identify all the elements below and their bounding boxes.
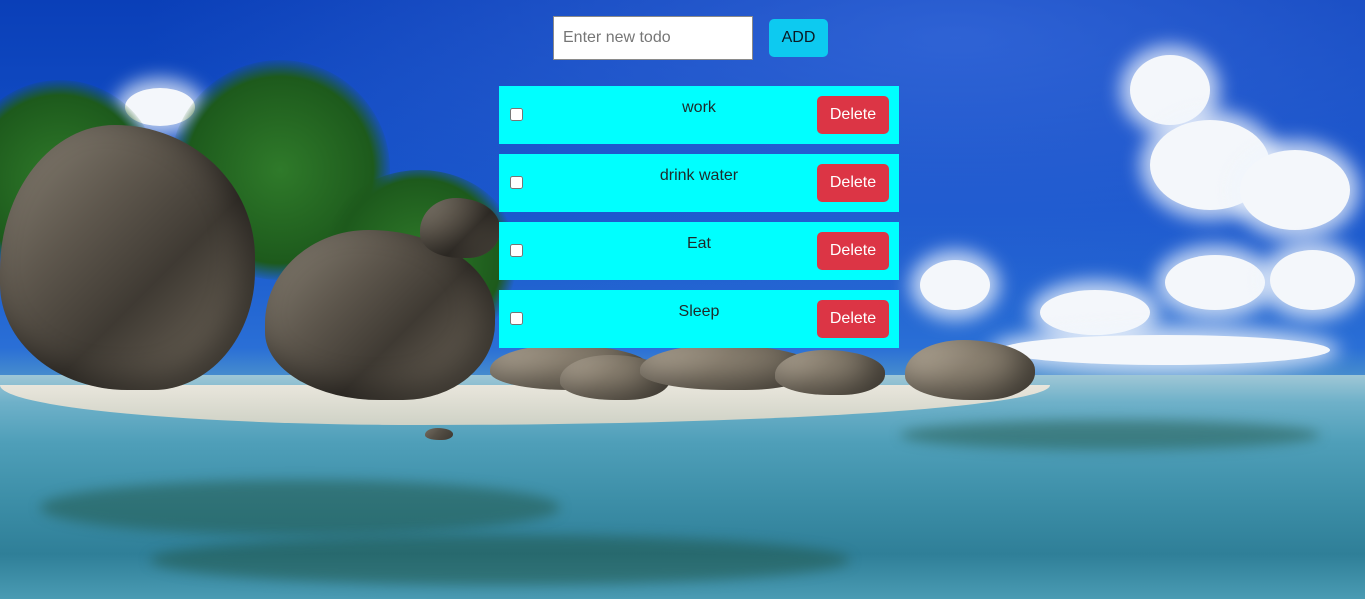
delete-button[interactable]: Delete: [817, 232, 889, 270]
todo-list: work Delete drink water Delete Eat Delet…: [499, 86, 899, 358]
todo-item: Sleep Delete: [499, 290, 899, 348]
add-button[interactable]: ADD: [769, 19, 828, 57]
todo-item: drink water Delete: [499, 154, 899, 212]
new-todo-input[interactable]: [553, 16, 753, 60]
todo-item: work Delete: [499, 86, 899, 144]
todo-item: Eat Delete: [499, 222, 899, 280]
todo-app: ADD work Delete drink water Delete Eat D…: [0, 0, 1365, 599]
delete-button[interactable]: Delete: [817, 96, 889, 134]
add-todo-form: ADD: [553, 16, 828, 60]
delete-button[interactable]: Delete: [817, 300, 889, 338]
delete-button[interactable]: Delete: [817, 164, 889, 202]
